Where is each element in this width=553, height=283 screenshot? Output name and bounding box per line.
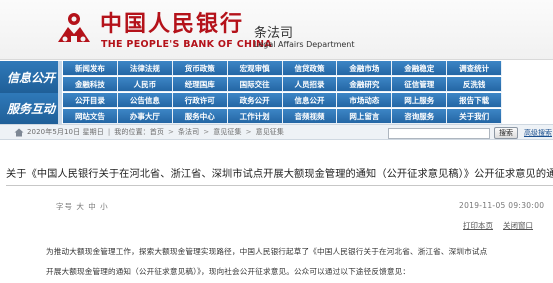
home-icon — [14, 128, 24, 137]
nav-item[interactable]: 金融研究 — [337, 77, 393, 92]
nav-item[interactable]: 征信管理 — [392, 77, 448, 92]
nav-item[interactable]: 服务中心 — [172, 109, 228, 124]
nav-item[interactable]: 公开目录 — [63, 93, 118, 108]
nav-item[interactable]: 金融科技 — [63, 77, 118, 92]
title-divider — [6, 185, 553, 186]
search-button[interactable]: 搜索 — [494, 127, 518, 139]
article-body: 为推动大额现金管理工作，探索大额现金管理实现路径，中国人民银行起草了《中国人民银… — [46, 242, 553, 282]
bank-name-en: THE PEOPLE'S BANK OF CHINA — [101, 39, 272, 50]
nav-item[interactable]: 信息公开 — [282, 93, 338, 108]
publish-date: 2019-11-05 09:30:00 — [459, 201, 545, 210]
nav-item[interactable]: 反洗钱 — [447, 77, 503, 92]
nav-item[interactable]: 信贷政策 — [282, 61, 338, 76]
nav-item[interactable]: 宏观审慎 — [227, 61, 283, 76]
close-window-link[interactable]: 关闭窗口 — [503, 220, 533, 231]
nav-item[interactable]: 网站文告 — [63, 109, 118, 124]
nav-item[interactable]: 办事大厅 — [117, 109, 173, 124]
nav-item[interactable]: 关于我们 — [447, 109, 503, 124]
nav-item[interactable]: 行政许可 — [172, 93, 228, 108]
breadcrumb-item[interactable]: 我的位置：首页 — [114, 128, 164, 136]
advanced-search-link[interactable]: 高级搜索 — [524, 128, 552, 138]
nav-row: 网站文告 办事大厅 服务中心 工作计划 音频视频 网上留言 咨询服务 关于我们 — [63, 109, 503, 124]
body-line: 为推动大额现金管理工作，探索大额现金管理实现路径，中国人民银行起草了《中国人民银… — [46, 247, 488, 256]
nav-item[interactable]: 货币政策 — [172, 61, 228, 76]
breadcrumb: 2020年5月10日 星期日 | 我的位置：首页 > 条法司 > 意见征集 > 意见征集 — [27, 128, 285, 136]
nav-item[interactable]: 法律法规 — [117, 61, 173, 76]
search-input[interactable] — [388, 128, 490, 139]
nav-group-service-interaction: 服务互动 — [0, 93, 62, 124]
nav-item[interactable]: 经理国库 — [172, 77, 228, 92]
site-header: 中国人民银行 THE PEOPLE'S BANK OF CHINA 条法司 Le… — [0, 0, 553, 60]
nav-group-divider — [58, 93, 62, 124]
nav-item[interactable]: 调查统计 — [447, 61, 503, 76]
nav-item[interactable]: 网上留言 — [337, 109, 393, 124]
nav-group-label: 服务互动 — [6, 102, 55, 116]
nav-item[interactable]: 市场动态 — [337, 93, 393, 108]
department-name-cn: 条法司 — [254, 26, 294, 41]
nav-item[interactable]: 音频视频 — [282, 109, 338, 124]
nav-item[interactable]: 金融市场 — [337, 61, 393, 76]
nav-item[interactable]: 报告下载 — [447, 93, 503, 108]
nav-item[interactable]: 金融稳定 — [392, 61, 448, 76]
nav-item[interactable]: 新闻发布 — [63, 61, 118, 76]
current-date: 2020年5月10日 星期日 — [27, 128, 104, 136]
nav-row: 金融科技 人民币 经理国库 国际交往 人员招录 金融研究 征信管理 反洗钱 — [63, 77, 503, 92]
nav-item[interactable]: 工作计划 — [227, 109, 283, 124]
nav-group-info-disclosure: 信息公开 — [0, 61, 62, 93]
breadcrumb-item[interactable]: 意见征集 — [256, 128, 284, 136]
main-navigation: 信息公开 服务互动 新闻发布 法律法规 货币政策 宏观审慎 信贷政策 金融市场 … — [0, 61, 553, 124]
nav-item[interactable]: 政务公开 — [227, 93, 283, 108]
nav-row: 新闻发布 法律法规 货币政策 宏观审慎 信贷政策 金融市场 金融稳定 调查统计 — [63, 61, 503, 76]
breadcrumb-bar: 2020年5月10日 星期日 | 我的位置：首页 > 条法司 > 意见征集 > 意见征集 搜索 … — [0, 124, 553, 140]
bank-name-cn: 中国人民银行 — [100, 11, 245, 37]
nav-item[interactable]: 人民币 — [117, 77, 173, 92]
font-size-selector[interactable]: 字号 大 中 小 — [56, 201, 109, 212]
body-line: 开展大额现金管理的通知（公开征求意见稿）》，现向社会公开征求意见。公众可以通过以… — [46, 267, 411, 276]
pboc-logo-icon — [58, 13, 90, 44]
breadcrumb-item[interactable]: 意见征集 — [213, 128, 241, 136]
breadcrumb-item[interactable]: 条法司 — [178, 128, 199, 136]
department-name-en: Legal Affairs Department — [254, 40, 355, 49]
nav-item[interactable]: 人员招录 — [282, 77, 338, 92]
nav-item[interactable]: 公告信息 — [117, 93, 173, 108]
article-title: 关于《中国人民银行关于在河北省、浙江省、深圳市试点开展大额现金管理的通知（公开征… — [6, 169, 553, 180]
nav-item[interactable]: 网上服务 — [392, 93, 448, 108]
nav-row: 公开目录 公告信息 行政许可 政务公开 信息公开 市场动态 网上服务 报告下载 — [63, 93, 503, 108]
nav-item[interactable]: 国际交往 — [227, 77, 283, 92]
nav-group-divider — [58, 61, 62, 93]
nav-group-label: 信息公开 — [6, 70, 55, 85]
print-page-link[interactable]: 打印本页 — [463, 220, 493, 231]
nav-item[interactable]: 咨询服务 — [392, 109, 448, 124]
